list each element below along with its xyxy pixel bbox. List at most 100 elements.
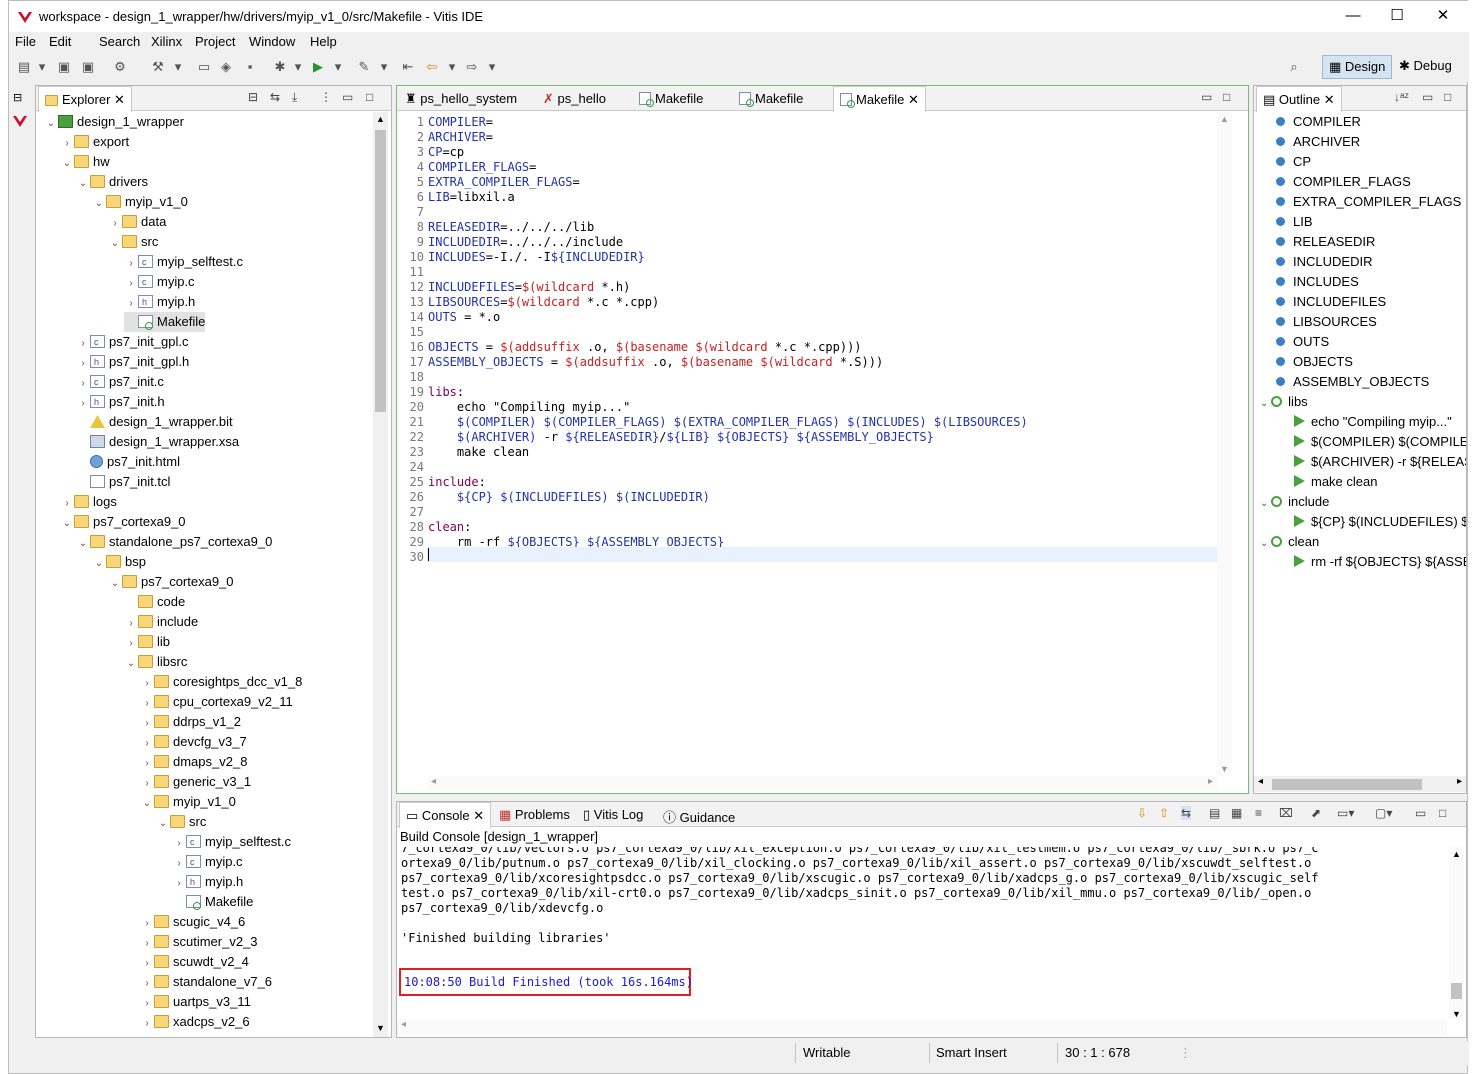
back-icon[interactable]: ⇦ — [423, 58, 441, 76]
scroll-up-arrow-icon[interactable]: ⇧ — [1159, 806, 1169, 820]
outline-item[interactable]: ARCHIVER — [1276, 132, 1360, 152]
tab-problems[interactable]: ▦ Problems — [493, 802, 576, 827]
outline-item[interactable]: rm -rf ${OBJECTS} ${ASSEI — [1294, 552, 1466, 572]
outline-item[interactable]: INCLUDEDIR — [1276, 252, 1372, 272]
tab-console[interactable]: ▭ Console ✕ — [399, 802, 492, 828]
menu-file[interactable]: File — [15, 34, 36, 49]
scroll-thumb[interactable] — [375, 130, 386, 412]
explorer-tree-item[interactable]: › ps7_init.h — [76, 392, 164, 412]
explorer-tree-item[interactable]: › uartps_v3_11 — [140, 992, 251, 1012]
new-console-icon[interactable]: ▢▾ — [1375, 806, 1392, 820]
explorer-tree-item[interactable]: ⌄ drivers — [76, 172, 148, 192]
outline-item[interactable]: ASSEMBLY_OBJECTS — [1276, 372, 1429, 392]
explorer-tree-item[interactable]: › myip_selftest.c — [124, 252, 243, 272]
collapsed-chevron-icon[interactable]: › — [124, 294, 138, 314]
expanded-chevron-icon[interactable]: ⌄ — [92, 554, 106, 574]
expanded-chevron-icon[interactable]: ⌄ — [60, 154, 74, 174]
menu-edit[interactable]: Edit — [49, 34, 71, 49]
collapsed-chevron-icon[interactable]: › — [124, 614, 138, 634]
explorer-tree-item[interactable]: › include — [124, 612, 198, 632]
console-vscroll[interactable]: ▲ ▼ — [1449, 847, 1464, 1019]
explorer-tree-item[interactable]: Makefile — [124, 312, 206, 332]
search-icon[interactable]: ⌕ — [1285, 58, 1303, 76]
link-editor-icon[interactable]: ⇆ — [270, 90, 280, 104]
explorer-tree-item[interactable]: › devcfg_v3_7 — [140, 732, 246, 754]
expanded-chevron-icon[interactable]: ⌄ — [1260, 538, 1271, 549]
collapsed-chevron-icon[interactable]: › — [172, 874, 186, 894]
collapsed-chevron-icon[interactable]: › — [140, 694, 154, 714]
dropdown-icon[interactable]: ▾ — [329, 58, 347, 76]
scroll-down-icon[interactable]: ▼ — [1452, 1009, 1461, 1019]
explorer-tree-item[interactable]: ⌄ myip_v1_0 — [92, 192, 188, 212]
tab-guidance[interactable]: ⓘ Guidance — [657, 802, 741, 827]
view-menu-icon[interactable]: ⋮ — [320, 90, 332, 104]
collapsed-chevron-icon[interactable]: › — [140, 974, 154, 994]
outline-item[interactable]: OBJECTS — [1276, 352, 1353, 372]
outline-item[interactable]: ⌄ include — [1260, 492, 1329, 512]
collapsed-chevron-icon[interactable]: › — [172, 854, 186, 874]
outline-item[interactable]: LIB — [1276, 212, 1313, 232]
scroll-thumb[interactable] — [1272, 779, 1422, 790]
explorer-tree-item[interactable]: ⌄ design_1_wrapper — [44, 112, 184, 132]
collapsed-chevron-icon[interactable]: › — [76, 354, 90, 374]
explorer-tree-item[interactable]: ⌄ libsrc — [124, 652, 188, 672]
explorer-tree-item[interactable]: code — [124, 592, 185, 612]
explorer-tree-item[interactable]: design_1_wrapper.bit — [76, 412, 233, 432]
menu-project[interactable]: Project — [195, 34, 235, 49]
outline-item[interactable]: $(COMPILER) $(COMPILEF — [1294, 432, 1466, 452]
explorer-tree-item[interactable]: › myip_selftest.c — [172, 832, 291, 852]
explorer-tree-item[interactable]: ⌄ ps7_cortexa9_0 — [108, 572, 234, 592]
explorer-tree-item[interactable]: › ps7_init_gpl.c — [76, 332, 188, 352]
explorer-tree-item[interactable]: ps7_init.tcl — [76, 472, 170, 492]
new-icon[interactable]: ▤ — [15, 58, 33, 76]
outline-item[interactable]: COMPILER — [1276, 112, 1361, 132]
explorer-tree-item[interactable]: › coresightps_dcc_v1_8 — [140, 672, 302, 692]
menu-search[interactable]: Search — [99, 34, 140, 49]
clear-console-icon[interactable]: ⌧ — [1279, 806, 1293, 820]
outline-item[interactable]: INCLUDES — [1276, 272, 1359, 292]
explorer-tree-item[interactable]: › scutimer_v2_3 — [140, 932, 257, 952]
editor-hscroll[interactable]: ◂ ▸ — [427, 776, 1217, 791]
outline-item[interactable]: RELEASEDIR — [1276, 232, 1375, 252]
explorer-tree-item[interactable]: › export — [60, 132, 129, 152]
collapsed-chevron-icon[interactable]: › — [124, 274, 138, 294]
scroll-down-icon[interactable]: ▼ — [376, 1023, 385, 1033]
tab-ps-hello-system[interactable]: ♜ ps_hello_system — [399, 86, 523, 111]
explorer-tree-item[interactable]: › myip.c — [124, 272, 194, 294]
expanded-chevron-icon[interactable]: ⌄ — [108, 234, 122, 254]
collapsed-chevron-icon[interactable]: › — [108, 214, 122, 234]
maximize-button[interactable]: ☐ — [1375, 5, 1419, 29]
minimize-icon[interactable]: ▭ — [1201, 90, 1212, 104]
explorer-tree-item[interactable]: ⌄ src — [156, 812, 207, 832]
scroll-left-icon[interactable]: ◂ — [431, 776, 436, 787]
console-icon[interactable]: ▪ — [241, 58, 259, 76]
tab-makefile-2[interactable]: Makefile — [733, 86, 809, 111]
outline-item[interactable]: ⌄ libs — [1260, 392, 1308, 412]
explorer-tree-item[interactable]: › lib — [124, 632, 170, 652]
minimize-icon[interactable]: ▭ — [342, 90, 353, 104]
outline-item[interactable]: LIBSOURCES — [1276, 312, 1377, 332]
import-icon[interactable]: ⤓ — [292, 90, 297, 105]
menu-xilinx[interactable]: Xilinx — [151, 34, 182, 49]
collapsed-chevron-icon[interactable]: › — [172, 834, 186, 854]
outline-item[interactable]: CP — [1276, 152, 1311, 172]
collapsed-chevron-icon[interactable]: › — [140, 914, 154, 934]
pin-console-icon[interactable]: ▦ — [1231, 806, 1242, 820]
outline-item[interactable]: ${CP} $(INCLUDEFILES) $(I — [1294, 512, 1466, 532]
tab-explorer[interactable]: Explorer ✕ — [38, 86, 132, 112]
outline-item[interactable]: echo "Compiling myip..." — [1294, 412, 1452, 432]
collapsed-chevron-icon[interactable]: › — [76, 374, 90, 394]
collapsed-chevron-icon[interactable]: › — [140, 734, 154, 754]
save-icon[interactable]: ▣ — [55, 58, 73, 76]
show-console-icon[interactable]: ▤ — [1209, 806, 1220, 820]
close-icon[interactable]: ✕ — [473, 808, 484, 823]
explorer-tree-item[interactable]: › ps7_init.c — [76, 372, 164, 392]
design-perspective-button[interactable]: ▦ Design — [1322, 55, 1393, 79]
explorer-tree-item[interactable]: › xadcps_v2_6 — [140, 1012, 249, 1032]
code-editor[interactable]: 1 COMPILER= 2 ARCHIVER= 3 CP=cp 4 COMPILER_FLAG… — [397, 112, 1217, 776]
vitis-icon[interactable] — [12, 113, 28, 129]
scroll-lock-icon[interactable]: ⇆ — [1181, 806, 1192, 820]
expanded-chevron-icon[interactable]: ⌄ — [1260, 498, 1271, 509]
outline-item[interactable]: $(ARCHIVER) -r ${RELEASE — [1294, 452, 1466, 472]
outline-item[interactable]: OUTS — [1276, 332, 1329, 352]
